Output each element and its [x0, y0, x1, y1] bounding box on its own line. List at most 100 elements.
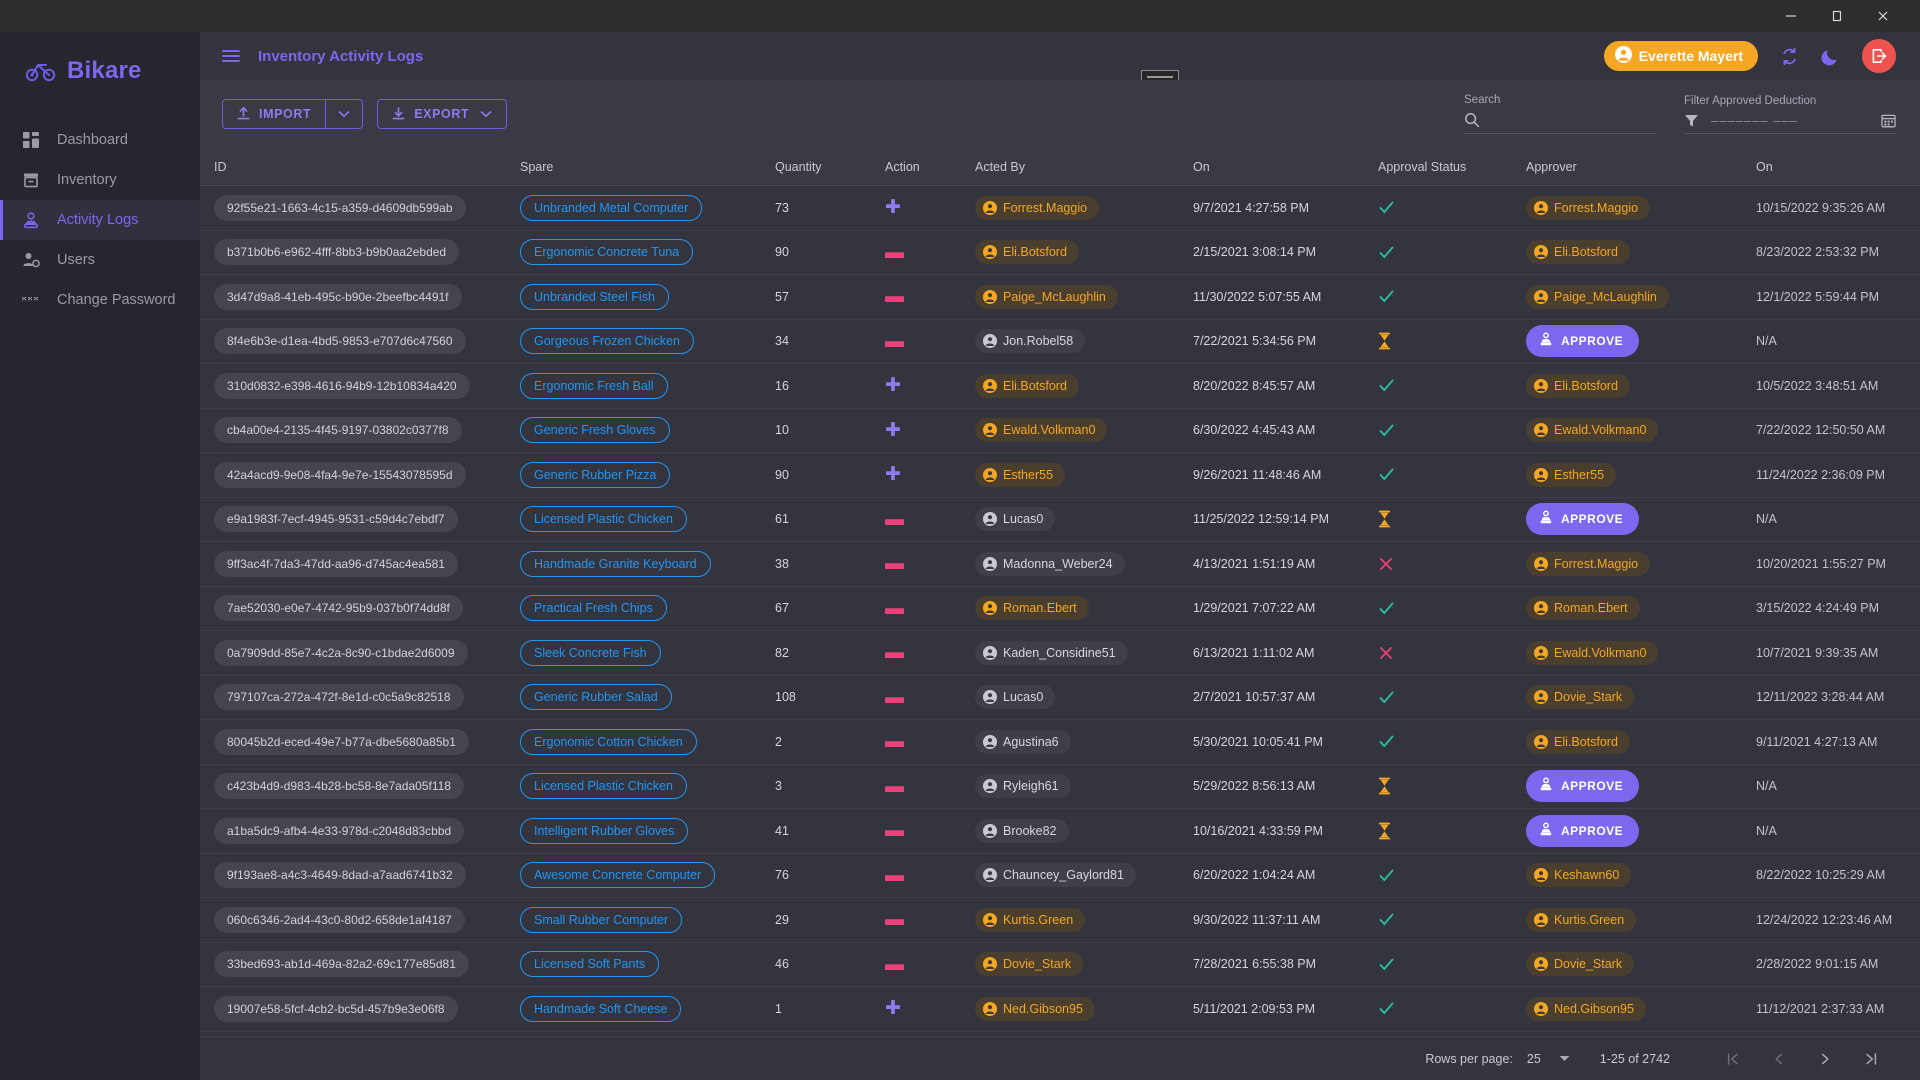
id-pill[interactable]: a1ba5dc9-afb4-4e33-978d-c2048d83cbbd	[214, 818, 464, 844]
import-button[interactable]: IMPORT	[222, 99, 325, 129]
table-row[interactable]: 0a7909dd-85e7-4c2a-8c90-c1bdae2d6009Slee…	[200, 631, 1920, 676]
rows-per-page-select[interactable]: 25	[1527, 1052, 1570, 1066]
logout-icon[interactable]	[1862, 39, 1896, 73]
acted-by-chip[interactable]: Ewald.Volkman0	[975, 418, 1107, 442]
search-input[interactable]	[1464, 112, 1656, 134]
spare-pill[interactable]: Intelligent Rubber Gloves	[520, 818, 688, 844]
export-button[interactable]: EXPORT	[377, 99, 507, 129]
id-pill[interactable]: cb4a00e4-2135-4f45-9197-03802c0377f8	[214, 417, 462, 443]
id-pill[interactable]: 797107ca-272a-472f-8e1d-c0c5a9c82518	[214, 684, 464, 710]
id-pill[interactable]: 42a4acd9-9e08-4fa4-9e7e-15543078595d	[214, 462, 466, 488]
approver-chip[interactable]: Eli.Botsford	[1526, 374, 1630, 398]
acted-by-chip[interactable]: Dovie_Stark	[975, 952, 1083, 976]
column-header-quantity[interactable]: Quantity	[775, 148, 885, 186]
id-pill[interactable]: 9ff3ac4f-7da3-47dd-aa96-d745ac4ea581	[214, 551, 458, 577]
table-row[interactable]: 9ff3ac4f-7da3-47dd-aa96-d745ac4ea581 Hand…	[200, 542, 1920, 587]
column-header-on[interactable]: On	[1193, 148, 1378, 186]
approver-chip[interactable]: Eli.Botsford	[1526, 730, 1630, 754]
sidebar-item-activity-logs[interactable]: Activity Logs	[0, 200, 200, 240]
acted-by-chip[interactable]: Roman.Ebert	[975, 596, 1089, 620]
spare-pill[interactable]: Generic Fresh Gloves	[520, 417, 670, 443]
spare-pill[interactable]: Generic Rubber Salad	[520, 684, 672, 710]
spare-pill[interactable]: Practical Fresh Chips	[520, 595, 667, 621]
table-row[interactable]: 7ae52030-e0e7-4742-95b9-037b0f74dd8fPrac…	[200, 586, 1920, 631]
table-row[interactable]: 3d47d9a8-41eb-495c-b90e-2beefbc4491f Unbr…	[200, 275, 1920, 320]
spare-pill[interactable]: Ergonomic Fresh Ball	[520, 373, 668, 399]
approver-chip[interactable]: Keshawn60	[1526, 863, 1631, 887]
spare-pill[interactable]: Licensed Plastic Chicken	[520, 773, 687, 799]
id-pill[interactable]: 310d0832-e398-4616-94b9-12b10834a420	[214, 373, 470, 399]
id-pill[interactable]: 19007e58-5fcf-4cb2-bc5d-457b9e3e06f8	[214, 996, 458, 1022]
approver-chip[interactable]: Roman.Ebert	[1526, 596, 1640, 620]
last-page-icon[interactable]	[1848, 1041, 1894, 1077]
table-row[interactable]: a1ba5dc9-afb4-4e33-978d-c2048d83cbbd Inte…	[200, 809, 1920, 854]
table-row[interactable]: 33bed693-ab1d-469a-82a2-69c177e85d81Lice…	[200, 942, 1920, 987]
table-row[interactable]: 8f4e6b3e-d1ea-4bd5-9853-e707d6c47560Gorg…	[200, 319, 1920, 364]
prev-page-icon[interactable]	[1756, 1041, 1802, 1077]
maximize-icon[interactable]	[1814, 0, 1860, 32]
id-pill[interactable]: 3d47d9a8-41eb-495c-b90e-2beefbc4491f	[214, 284, 462, 310]
spare-pill[interactable]: Unbranded Metal Computer	[520, 195, 702, 221]
sidebar-item-dashboard[interactable]: Dashboard	[0, 120, 200, 160]
approver-chip[interactable]: Dovie_Stark	[1526, 952, 1634, 976]
next-page-icon[interactable]	[1802, 1041, 1848, 1077]
table-row[interactable]: 797107ca-272a-472f-8e1d-c0c5a9c82518 Gene…	[200, 675, 1920, 720]
hamburger-menu-icon[interactable]	[222, 50, 240, 62]
spare-pill[interactable]: Ergonomic Cotton Chicken	[520, 729, 697, 755]
column-header-id[interactable]: ID	[200, 148, 520, 186]
import-dropdown-chevron-down-icon[interactable]	[325, 99, 363, 129]
sync-refresh-icon[interactable]	[1780, 47, 1799, 66]
approver-chip[interactable]: Ned.Gibson95	[1526, 997, 1646, 1021]
acted-by-chip[interactable]: Kaden_Considine51	[975, 641, 1128, 665]
approver-chip[interactable]: Ewald.Volkman0	[1526, 641, 1658, 665]
acted-by-chip[interactable]: Kurtis.Green	[975, 908, 1085, 932]
acted-by-chip[interactable]: Chauncey_Gaylord81	[975, 863, 1136, 887]
spare-pill[interactable]: Awesome Concrete Computer	[520, 862, 715, 888]
acted-by-chip[interactable]: Lucas0	[975, 507, 1055, 531]
table-row[interactable]: cb4a00e4-2135-4f45-9197-03802c0377f8 Gene…	[200, 408, 1920, 453]
sidebar-item-users[interactable]: Users	[0, 240, 200, 280]
spare-pill[interactable]: Ergonomic Concrete Tuna	[520, 239, 693, 265]
column-header-approver[interactable]: Approver	[1526, 148, 1756, 186]
spare-pill[interactable]: Licensed Plastic Chicken	[520, 506, 687, 532]
column-header-approval-status[interactable]: Approval Status	[1378, 148, 1526, 186]
table-row[interactable]: 310d0832-e398-4616-94b9-12b10834a420 Ergo…	[200, 364, 1920, 409]
acted-by-chip[interactable]: Eli.Botsford	[975, 374, 1079, 398]
approver-chip[interactable]: Forrest.Maggio	[1526, 196, 1650, 220]
acted-by-chip[interactable]: Agustina6	[975, 730, 1071, 754]
column-header-spare[interactable]: Spare	[520, 148, 775, 186]
sidebar-item-inventory[interactable]: Inventory	[0, 160, 200, 200]
table-row[interactable]: 19007e58-5fcf-4cb2-bc5d-457b9e3e06f8 Hand…	[200, 987, 1920, 1032]
user-chip[interactable]: Everette Mayert	[1604, 41, 1758, 71]
column-header-approved-on[interactable]: On	[1756, 148, 1920, 186]
id-pill[interactable]: 9f193ae8-a4c3-4649-8dad-a7aad6741b32	[214, 862, 466, 888]
id-pill[interactable]: 33bed693-ab1d-469a-82a2-69c177e85d81	[214, 951, 469, 977]
spare-pill[interactable]: Handmade Granite Keyboard	[520, 551, 711, 577]
acted-by-chip[interactable]: Eli.Botsford	[975, 240, 1079, 264]
id-pill[interactable]: 80045b2d-eced-49e7-b77a-dbe5680a85b1	[214, 729, 469, 755]
approve-button[interactable]: APPROVE	[1526, 770, 1639, 802]
approver-chip[interactable]: Dovie_Stark	[1526, 685, 1634, 709]
acted-by-chip[interactable]: Jon.Robel58	[975, 329, 1085, 353]
acted-by-chip[interactable]: Brooke82	[975, 819, 1069, 843]
spare-pill[interactable]: Unbranded Steel Fish	[520, 284, 669, 310]
acted-by-chip[interactable]: Forrest.Maggio	[975, 196, 1099, 220]
spare-pill[interactable]: Sleek Concrete Fish	[520, 640, 661, 666]
export-dropdown-chevron-down-icon[interactable]	[480, 110, 492, 118]
spare-pill[interactable]: Handmade Soft Cheese	[520, 996, 681, 1022]
column-header-action[interactable]: Action	[885, 148, 975, 186]
acted-by-chip[interactable]: Paige_McLaughlin	[975, 285, 1118, 309]
acted-by-chip[interactable]: Esther55	[975, 463, 1065, 487]
id-pill[interactable]: b371b0b6-e962-4fff-8bb3-b9b0aa2ebded	[214, 239, 459, 265]
approve-button[interactable]: APPROVE	[1526, 503, 1639, 535]
id-pill[interactable]: 92f55e21-1663-4c15-a359-d4609db599ab	[214, 195, 466, 221]
acted-by-chip[interactable]: Lucas0	[975, 685, 1055, 709]
spare-pill[interactable]: Gorgeous Frozen Chicken	[520, 328, 694, 354]
table-row[interactable]: 92f55e21-1663-4c15-a359-d4609db599ab Unbr…	[200, 186, 1920, 231]
approver-chip[interactable]: Forrest.Maggio	[1526, 552, 1650, 576]
spare-pill[interactable]: Generic Rubber Pizza	[520, 462, 670, 488]
approver-chip[interactable]: Eli.Botsford	[1526, 240, 1630, 264]
acted-by-chip[interactable]: Ryleigh61	[975, 774, 1071, 798]
approve-button[interactable]: APPROVE	[1526, 815, 1639, 847]
table-row[interactable]: e9a1983f-7ecf-4945-9531-c59d4c7ebdf7Lice…	[200, 497, 1920, 542]
